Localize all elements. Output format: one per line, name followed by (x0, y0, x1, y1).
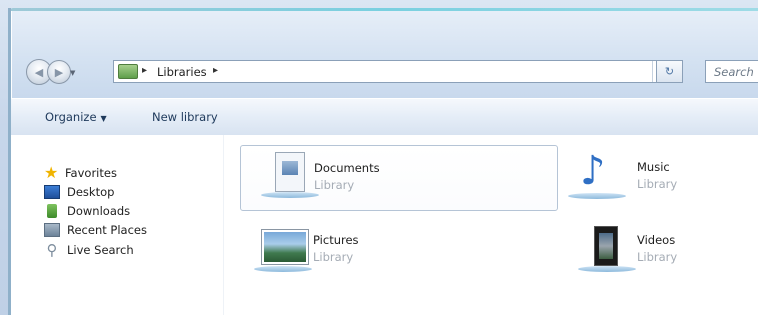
library-name: Videos (637, 233, 676, 247)
library-name: Music (637, 160, 670, 174)
title-bar (11, 11, 758, 105)
chevron-down-icon: ▼ (100, 114, 107, 123)
breadcrumb-libraries[interactable]: Libraries (157, 65, 207, 79)
nav-item-downloads[interactable]: Downloads (44, 202, 130, 220)
nav-item-recent-places[interactable]: Recent Places (44, 221, 147, 239)
back-arrow-icon: ◀ (34, 65, 44, 79)
forward-button[interactable]: ▶ (47, 60, 71, 84)
command-bar (11, 98, 758, 136)
search-placeholder: Search (714, 65, 754, 79)
nav-favorites[interactable]: ★ Favorites (44, 164, 117, 182)
library-shelf-icon (578, 266, 636, 272)
libraries-folder-icon (118, 64, 138, 79)
library-shelf-icon (568, 193, 626, 199)
library-pictures[interactable]: Pictures Library (240, 218, 558, 284)
forward-arrow-icon: ▶ (54, 65, 64, 79)
organize-button[interactable]: Organize ▼ (45, 110, 107, 124)
nav-item-label: Live Search (67, 243, 134, 257)
search-box[interactable]: Search (705, 60, 758, 83)
documents-library-icon (275, 152, 305, 192)
library-music[interactable]: ♪ Music Library (566, 145, 758, 211)
nav-item-label: Recent Places (67, 223, 147, 237)
library-type: Library (313, 250, 354, 264)
search-icon: ⚲ (46, 241, 58, 259)
library-videos[interactable]: Videos Library (566, 218, 758, 284)
library-shelf-icon (254, 266, 312, 272)
library-type: Library (637, 177, 678, 191)
nav-item-label: Desktop (67, 185, 115, 199)
nav-favorites-label: Favorites (65, 166, 117, 180)
star-icon: ★ (44, 163, 59, 182)
nav-item-live-search[interactable]: ⚲ Live Search (44, 241, 134, 259)
explorer-window: ◀ ▶ ▼ ▸ Libraries ▸ ▾ ↻ Search Organize▼… (0, 0, 758, 315)
recent-places-icon (44, 223, 60, 237)
breadcrumb-separator-icon[interactable]: ▸ (142, 65, 147, 76)
library-documents[interactable]: Documents Library (240, 145, 558, 211)
music-library-icon: ♪ (580, 148, 606, 194)
refresh-button[interactable]: ↻ (656, 60, 683, 83)
library-shelf-icon (261, 192, 319, 198)
organize-label: Organize (45, 110, 97, 124)
library-name: Documents (314, 161, 380, 175)
recent-pages-dropdown[interactable]: ▼ (70, 69, 75, 77)
nav-item-desktop[interactable]: Desktop (44, 183, 114, 201)
address-bar[interactable]: ▸ Libraries ▸ ▾ (113, 60, 682, 83)
videos-library-icon (594, 226, 618, 266)
navigation-pane-divider[interactable] (223, 135, 224, 315)
desktop-icon (44, 185, 60, 199)
library-type: Library (314, 178, 355, 192)
breadcrumb-separator-icon[interactable]: ▸ (213, 65, 218, 76)
downloads-icon (47, 204, 57, 218)
library-name: Pictures (313, 233, 359, 247)
library-type: Library (637, 250, 678, 264)
refresh-icon: ↻ (664, 65, 675, 78)
pictures-library-icon (262, 230, 308, 264)
nav-item-label: Downloads (67, 204, 131, 218)
new-library-button[interactable]: New library (152, 110, 218, 124)
